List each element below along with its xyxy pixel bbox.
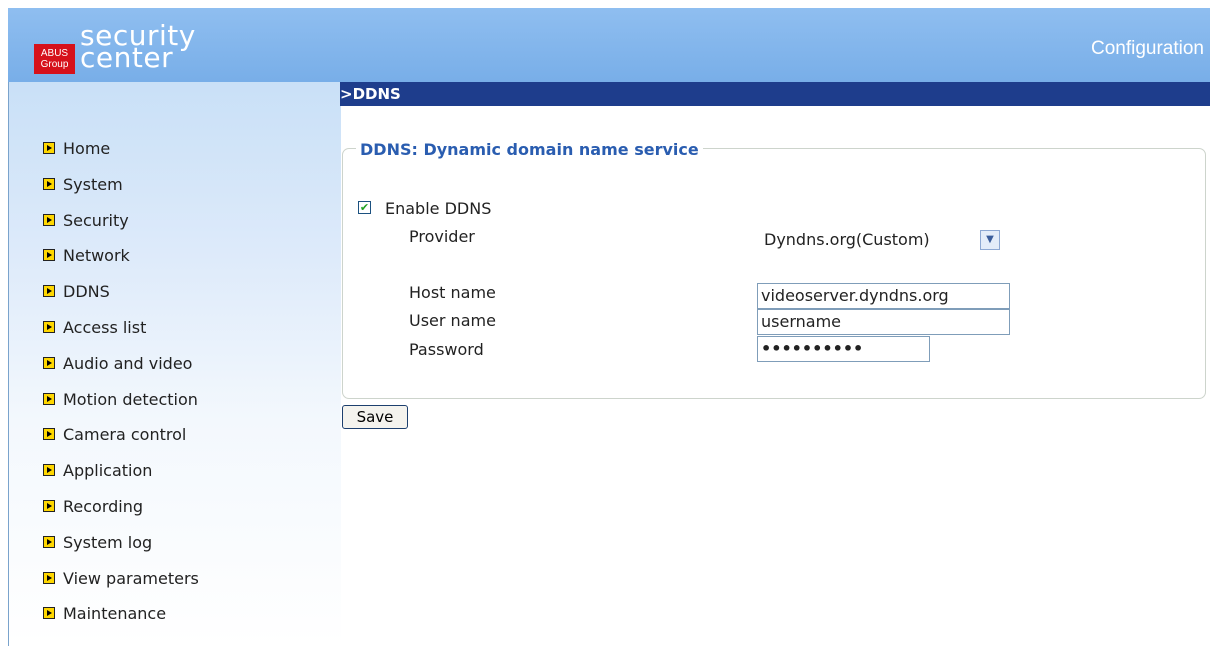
- sidebar-item-label: Audio and video: [63, 353, 193, 373]
- chevron-down-icon[interactable]: ▼: [980, 230, 1000, 250]
- arrow-right-icon: [43, 464, 55, 477]
- sidebar-item-label: Camera control: [63, 425, 187, 445]
- arrow-right-icon: [43, 213, 55, 226]
- fieldset-legend: DDNS: Dynamic domain name service: [356, 140, 703, 160]
- arrow-right-icon: [43, 571, 55, 584]
- abus-logo-badge: ABUS Group: [34, 44, 75, 74]
- user-name-input[interactable]: username: [757, 309, 1010, 335]
- sidebar-item-label: Motion detection: [63, 389, 198, 409]
- sidebar-item-network[interactable]: Network: [43, 247, 199, 283]
- password-input[interactable]: ••••••••••: [757, 336, 930, 362]
- page-title: Configuration: [1090, 38, 1204, 59]
- sidebar-item-home[interactable]: Home: [43, 140, 199, 176]
- sidebar-item-label: Access list: [63, 317, 147, 337]
- arrow-right-icon: [43, 320, 55, 333]
- sidebar-item-label: Application: [63, 461, 153, 481]
- sidebar-item-view-parameters[interactable]: View parameters: [43, 568, 199, 606]
- arrow-right-icon: [43, 249, 55, 262]
- sidebar-item-label: Security: [63, 210, 129, 230]
- logo-text: security center: [80, 22, 196, 72]
- sidebar-item-label: Network: [63, 246, 130, 266]
- enable-ddns-label: Enable DDNS: [385, 199, 492, 218]
- sidebar-item-label: System log: [63, 532, 153, 552]
- sidebar-nav: Home System Security Network DDNS Access…: [43, 140, 199, 641]
- arrow-right-icon: [43, 392, 55, 405]
- sidebar-item-system-log[interactable]: System log: [43, 532, 199, 570]
- sidebar-item-audio-video[interactable]: Audio and video: [43, 353, 199, 391]
- arrow-right-icon: [43, 607, 55, 620]
- sidebar-item-label: DDNS: [63, 282, 110, 302]
- sidebar-item-camera-control[interactable]: Camera control: [43, 426, 199, 462]
- provider-select-value: Dyndns.org(Custom): [764, 230, 930, 249]
- arrow-right-icon: [43, 285, 55, 298]
- sidebar-item-motion-detection[interactable]: Motion detection: [43, 389, 199, 427]
- arrow-right-icon: [43, 142, 55, 154]
- password-label: Password: [409, 340, 484, 359]
- sidebar-item-label: View parameters: [63, 568, 199, 588]
- app-header: ABUS Group security center Configuration: [8, 8, 1210, 82]
- section-header: >DDNS: [340, 82, 1210, 106]
- logo-brand-line2: Group: [40, 59, 69, 70]
- arrow-right-icon: [43, 428, 55, 441]
- host-name-input[interactable]: videoserver.dyndns.org: [757, 283, 1010, 309]
- sidebar-item-application[interactable]: Application: [43, 462, 199, 498]
- sidebar-item-ddns[interactable]: DDNS: [43, 283, 199, 319]
- sidebar-item-label: System: [63, 174, 123, 194]
- arrow-right-icon: [43, 499, 55, 512]
- sidebar-item-access-list[interactable]: Access list: [43, 317, 199, 355]
- arrow-right-icon: [43, 535, 55, 548]
- sidebar-item-system[interactable]: System: [43, 174, 199, 212]
- sidebar-item-label: Maintenance: [63, 604, 167, 624]
- sidebar-item-recording[interactable]: Recording: [43, 496, 199, 534]
- provider-select[interactable]: Dyndns.org(Custom) ▼: [760, 226, 1000, 253]
- user-name-label: User name: [409, 311, 496, 330]
- enable-ddns-checkbox[interactable]: ✔: [358, 201, 371, 214]
- arrow-right-icon: [43, 356, 55, 369]
- provider-label: Provider: [409, 227, 475, 246]
- sidebar-item-maintenance[interactable]: Maintenance: [43, 605, 199, 641]
- sidebar: Home System Security Network DDNS Access…: [8, 82, 341, 646]
- logo-brand-line1: ABUS: [40, 48, 69, 59]
- sidebar-item-label: Recording: [63, 496, 144, 516]
- sidebar-item-security[interactable]: Security: [43, 210, 199, 248]
- host-name-label: Host name: [409, 283, 496, 302]
- sidebar-item-label: Home: [63, 139, 111, 158]
- arrow-right-icon: [43, 177, 55, 190]
- save-button[interactable]: Save: [342, 405, 408, 429]
